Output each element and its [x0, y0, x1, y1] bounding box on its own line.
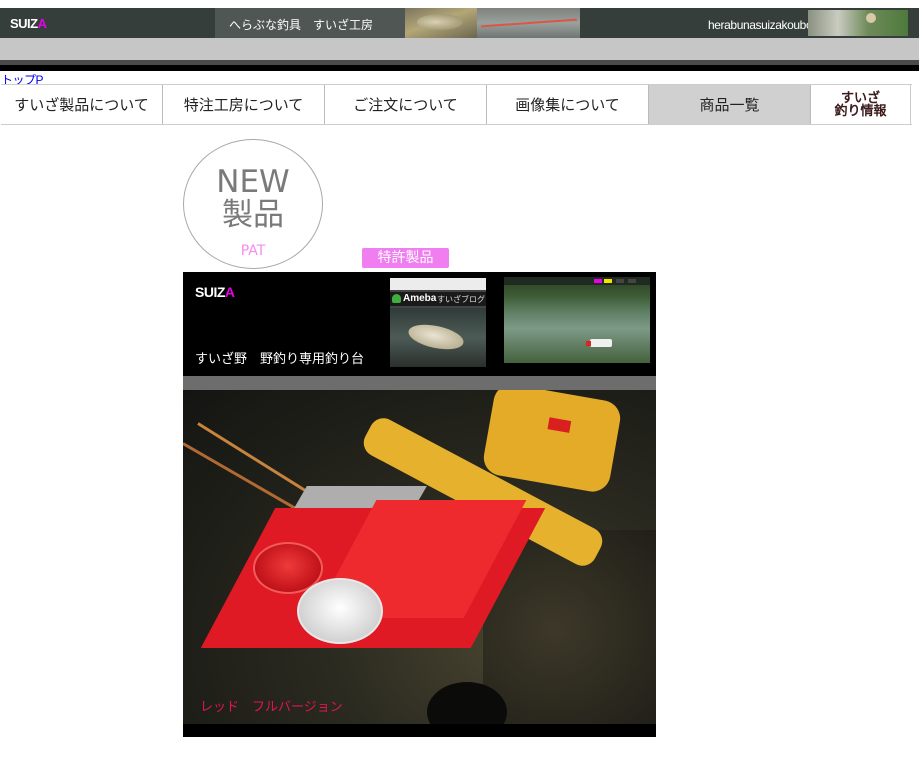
logo-text: SUIZ: [10, 16, 38, 31]
panel-separator: [183, 376, 656, 390]
panel-logo-text: SUIZ: [195, 284, 225, 300]
header-tagline-box: へらぶな釣具 すいざ工房: [215, 8, 405, 38]
logo-accent: A: [37, 16, 47, 31]
nav-fishing-info[interactable]: すいざ 釣り情報: [811, 85, 911, 124]
blog-name: すいざブログ: [437, 295, 485, 304]
product-panel: SUIZA すいざ野 野釣り専用釣り台 Ameba すいざブログ レッド フルバ…: [183, 272, 656, 737]
patent-badge: 特許製品: [362, 248, 449, 268]
photo-caption: レッド フルバージョン: [200, 700, 343, 715]
pond-tab-yellow: [604, 279, 612, 283]
nav-gallery[interactable]: 画像集について: [487, 85, 649, 124]
panel-logo-accent: A: [224, 284, 235, 300]
blog-top-strip: [390, 278, 486, 290]
ameba-tree-icon: [392, 294, 401, 303]
product-photo: レッド フルバージョン: [183, 390, 656, 724]
badge-product-text: 製品: [222, 197, 284, 233]
ameba-blog-banner[interactable]: Ameba すいざブログ: [390, 278, 486, 367]
pond-tab-dark: [616, 279, 624, 283]
nav-custom-workshop[interactable]: 特注工房について: [163, 85, 325, 124]
pond-tab-magenta: [594, 279, 602, 283]
photo-white-bowl: [297, 578, 383, 644]
badge-pat-text: PAT: [240, 243, 266, 259]
pond-tab-dark-2: [628, 279, 636, 283]
nav-product-list[interactable]: 商品一覧: [649, 85, 811, 124]
pond-platform-marker: [586, 339, 612, 347]
header-black-band: [0, 65, 919, 71]
fish-photo-thumbnail: [405, 8, 477, 38]
rod-photo-thumbnail: [477, 8, 580, 38]
nav-ordering[interactable]: ご注文について: [325, 85, 487, 124]
nav-fishing-info-line1: すいざ: [840, 90, 880, 106]
main-nav: すいざ製品について 特注工房について ご注文について 画像集について 商品一覧 …: [1, 84, 912, 125]
pond-photo-link[interactable]: [504, 277, 650, 363]
header-tagline: へらぶな釣具 すいざ工房: [229, 18, 374, 32]
brand-logo[interactable]: SUIZA: [10, 16, 47, 31]
pond-photo-toolbar: [504, 277, 650, 285]
badge-new-text: NEW: [216, 164, 290, 200]
new-product-badge: NEW 製品 PAT: [183, 139, 323, 269]
blog-title-bar: Ameba すいざブログ: [390, 292, 486, 306]
ameba-label: Ameba: [403, 293, 437, 304]
blog-fish-photo: [390, 308, 486, 367]
angler-photo-thumbnail: [808, 10, 908, 36]
nav-products[interactable]: すいざ製品について: [1, 85, 163, 124]
panel-logo: SUIZA: [195, 284, 235, 300]
header-banner: SUIZA へらぶな釣具 すいざ工房 herabunasuizakoubou: [0, 8, 919, 38]
panel-caption: すいざ野 野釣り専用釣り台: [195, 352, 365, 367]
site-name: herabunasuizakoubou: [708, 18, 819, 32]
nav-fishing-info-line2: 釣り情報: [834, 103, 887, 119]
header-gray-band: [0, 38, 919, 60]
